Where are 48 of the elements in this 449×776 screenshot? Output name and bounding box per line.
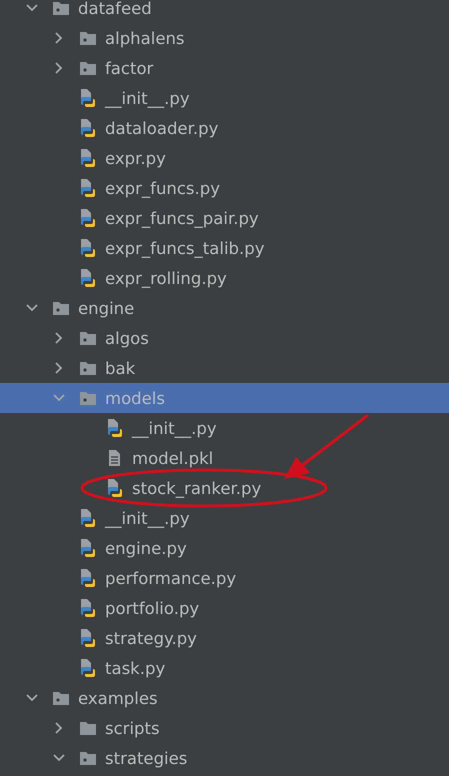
- folder-icon: [79, 749, 97, 767]
- python-file-icon: [79, 629, 97, 647]
- python-file-icon: [79, 599, 97, 617]
- tree-item[interactable]: stock_ranker.py: [0, 473, 449, 503]
- python-file-icon: [79, 569, 97, 587]
- tree-item[interactable]: __init__.py: [0, 83, 449, 113]
- tree-item[interactable]: datafeed: [0, 0, 449, 23]
- folder-icon: [79, 719, 97, 737]
- python-file-icon: [106, 419, 124, 437]
- tree-item[interactable]: engine.py: [0, 533, 449, 563]
- tree-item[interactable]: __init__.py: [0, 413, 449, 443]
- tree-item[interactable]: bak: [0, 353, 449, 383]
- tree-item[interactable]: examples: [0, 683, 449, 713]
- python-file-icon: [79, 89, 97, 107]
- tree-item[interactable]: engine: [0, 293, 449, 323]
- python-file-icon: [79, 539, 97, 557]
- python-file-icon: [79, 659, 97, 677]
- folder-icon: [52, 299, 70, 317]
- tree-item[interactable]: performance.py: [0, 563, 449, 593]
- python-file-icon: [106, 479, 124, 497]
- folder-icon: [79, 389, 97, 407]
- folder-icon: [79, 329, 97, 347]
- tree-item[interactable]: portfolio.py: [0, 593, 449, 623]
- tree-item[interactable]: expr.py: [0, 143, 449, 173]
- tree-item[interactable]: scripts: [0, 713, 449, 743]
- tree-item[interactable]: expr_funcs_pair.py: [0, 203, 449, 233]
- python-file-icon: [79, 239, 97, 257]
- python-file-icon: [79, 209, 97, 227]
- tree-item[interactable]: task.py: [0, 653, 449, 683]
- folder-icon: [79, 59, 97, 77]
- python-file-icon: [79, 149, 97, 167]
- tree-item[interactable]: algos: [0, 323, 449, 353]
- python-file-icon: [79, 119, 97, 137]
- python-file-icon: [79, 179, 97, 197]
- tree-item[interactable]: expr_funcs_talib.py: [0, 233, 449, 263]
- tree-item[interactable]: factor: [0, 53, 449, 83]
- tree-item[interactable]: expr_funcs.py: [0, 173, 449, 203]
- tree-item[interactable]: expr_rolling.py: [0, 263, 449, 293]
- folder-icon: [79, 359, 97, 377]
- tree-item[interactable]: strategies: [0, 743, 449, 773]
- python-file-icon: [79, 509, 97, 527]
- python-file-icon: [79, 269, 97, 287]
- tree-item[interactable]: __init__.py: [0, 503, 449, 533]
- tree-item[interactable]: dataloader.py: [0, 113, 449, 143]
- folder-icon: [52, 689, 70, 707]
- folder-icon: [79, 29, 97, 47]
- tree-item[interactable]: strategy.py: [0, 623, 449, 653]
- tree-item[interactable]: alphalens: [0, 23, 449, 53]
